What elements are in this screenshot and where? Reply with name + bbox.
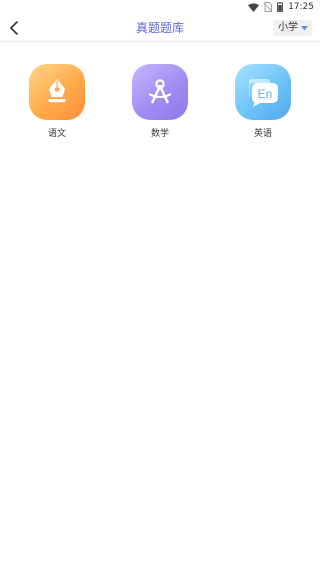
page-title: 真题题库 — [135, 21, 184, 35]
compass-icon — [132, 64, 188, 120]
english-speech-bubble-icon: En — [235, 64, 291, 120]
no-sim-icon — [264, 2, 273, 12]
battery-icon — [277, 2, 284, 12]
back-button[interactable] — [2, 16, 26, 40]
fountain-pen-icon — [29, 64, 85, 120]
status-icons: 17:25 — [248, 1, 314, 13]
grade-selector[interactable]: 小学 — [273, 20, 312, 36]
subject-english[interactable]: En 英语 — [228, 64, 298, 140]
status-bar: 17:25 — [0, 0, 320, 14]
wifi-icon — [248, 2, 260, 12]
subject-label-english: 英语 — [253, 129, 272, 139]
subject-label-chinese: 语文 — [47, 129, 66, 139]
subject-label-math: 数学 — [150, 129, 169, 139]
chevron-left-icon — [10, 21, 18, 35]
english-icon-text: En — [258, 87, 273, 101]
status-time: 17:25 — [288, 2, 314, 12]
subject-chinese[interactable]: 语文 — [22, 64, 92, 140]
header: 真题题库 小学 — [0, 14, 320, 42]
subject-math[interactable]: 数学 — [125, 64, 195, 140]
grade-selector-label: 小学 — [278, 22, 298, 33]
caret-down-icon — [301, 25, 308, 30]
